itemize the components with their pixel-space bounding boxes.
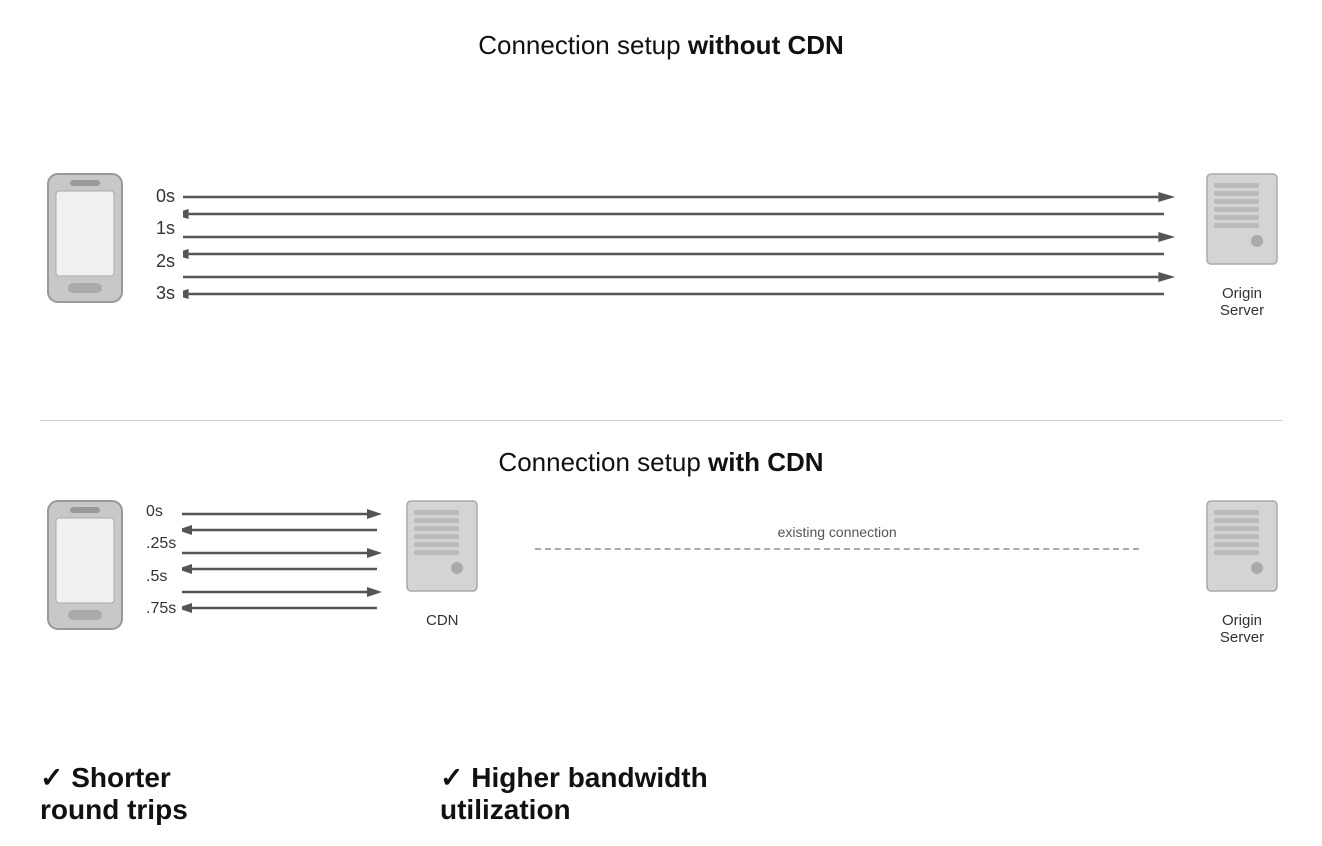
checkmark-1: ✓ [40,762,71,793]
existing-connection-area: existing connection [482,496,1192,550]
phone-icon-bottom [40,496,130,646]
benefit-bandwidth: ✓ Higher bandwidthutilization [440,762,708,826]
title-bold-without: without CDN [688,30,844,60]
server-wrap-bottom: OriginServer [1202,496,1282,646]
dotted-line [535,548,1138,550]
benefits-row: ✓ Shorterround trips ✓ Higher bandwidthu… [40,762,1282,826]
main-container: Connection setup without CDN [0,0,1322,846]
existing-connection-label: existing connection [778,524,897,540]
server-label-bottom: OriginServer [1220,612,1264,646]
bottom-cdn-arrows-svg [182,496,402,626]
section-with-cdn: Connection setup with CDN 0s .25s .5s .7… [40,421,1282,827]
time-label-0s: 0s [156,187,175,205]
time-label-2s: 2s [156,252,175,270]
benefit-shorter: ✓ Shorterround trips [40,762,360,826]
top-arrows-container: 0s 1s 2s 3s [40,79,1282,410]
server-wrap-top: OriginServer [1202,169,1282,319]
checkmark-2: ✓ [440,762,471,793]
section-without-cdn: Connection setup without CDN [40,20,1282,421]
benefit2-text: Higher bandwidthutilization [440,762,708,825]
bottom-diagram-row: 0s .25s .5s .75s [40,496,1282,746]
title-normal-without: Connection setup [478,30,688,60]
phone-icon-top [40,169,130,319]
title-normal-with: Connection setup [498,447,708,477]
top-arrows-svg [183,179,1192,309]
cdn-label: CDN [426,612,459,629]
time-label-75s: .75s [146,600,176,618]
title-with-cdn: Connection setup with CDN [40,447,1282,478]
cdn-server-wrap: CDN [402,496,482,629]
time-label-25s: .25s [146,535,176,553]
time-label-0s-b: 0s [146,503,176,521]
title-without-cdn: Connection setup without CDN [40,30,1282,61]
server-label-top: OriginServer [1220,285,1264,319]
bottom-short-timeline: 0s .25s .5s .75s [146,496,402,626]
time-label-3s: 3s [156,284,175,302]
top-timeline: 0s 1s 2s 3s [156,179,1192,309]
title-bold-with: with CDN [708,447,824,477]
bottom-time-labels: 0s .25s .5s .75s [146,496,176,626]
time-label-1s: 1s [156,219,175,237]
top-time-labels: 0s 1s 2s 3s [156,179,175,309]
time-label-5s: .5s [146,568,176,586]
